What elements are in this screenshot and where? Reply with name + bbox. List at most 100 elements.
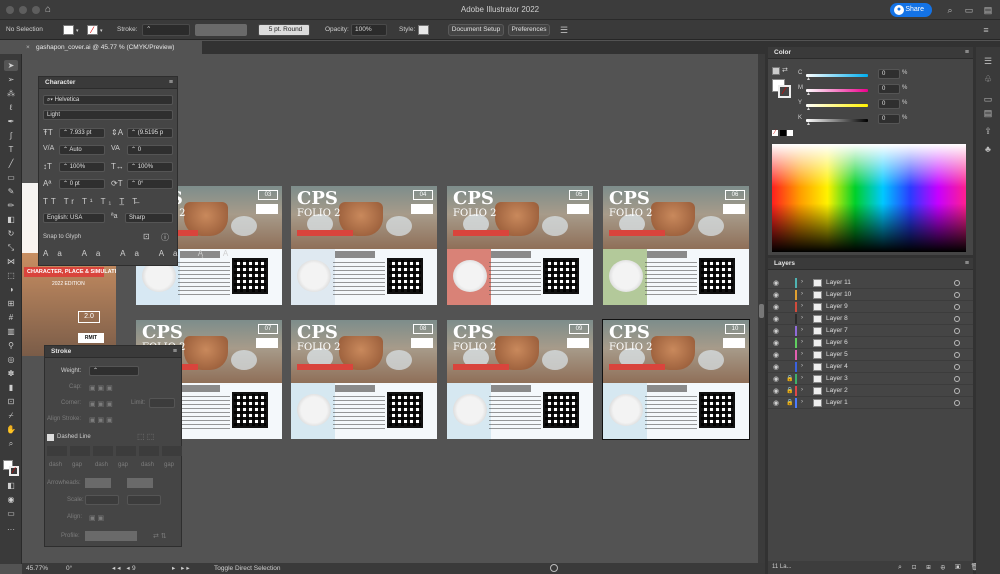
channel-value-field[interactable]: 0	[878, 99, 900, 109]
variable-width-profile[interactable]	[195, 24, 247, 36]
scroll-left-icon[interactable]	[550, 564, 558, 572]
symbols-icon[interactable]: ♣	[982, 143, 994, 155]
options-icon[interactable]: ☰	[558, 24, 570, 36]
column-graph-tool-icon[interactable]: ▮	[4, 382, 18, 393]
layer-row[interactable]: ◉ › Layer 9	[768, 301, 973, 313]
channel-slider[interactable]	[806, 104, 868, 107]
stroke-weight-field[interactable]: ⌃	[142, 24, 190, 36]
edit-toolbar-icon[interactable]: ···	[4, 524, 18, 535]
layer-name[interactable]: Layer 3	[826, 375, 848, 382]
arrow-scale-start[interactable]	[85, 495, 119, 505]
expand-arrow-icon[interactable]: ›	[801, 303, 803, 309]
font-style-field[interactable]: Light	[43, 110, 173, 120]
workspace-icon[interactable]: ▭	[963, 4, 975, 16]
lock-icon[interactable]: 🔒	[786, 375, 793, 382]
layer-target-icon[interactable]	[954, 400, 960, 406]
end-arrowhead-select[interactable]	[127, 478, 153, 488]
layer-row[interactable]: ◉ 🔒 › Layer 2	[768, 385, 973, 397]
gradient-tool-icon[interactable]: ▥	[4, 326, 18, 337]
slider-thumb-icon[interactable]: ▲	[806, 91, 811, 97]
visibility-eye-icon[interactable]: ◉	[773, 339, 779, 347]
expand-arrow-icon[interactable]: ›	[801, 387, 803, 393]
font-family-field[interactable]: ⌕▾ Helvetica	[43, 95, 173, 105]
curvature-tool-icon[interactable]: ∫	[4, 130, 18, 141]
free-transform-tool-icon[interactable]: ⬚	[4, 270, 18, 281]
layer-target-icon[interactable]	[954, 316, 960, 322]
layer-row[interactable]: ◉ › Layer 10	[768, 289, 973, 301]
layer-target-icon[interactable]	[954, 364, 960, 370]
shape-builder-tool-icon[interactable]: ◑	[4, 284, 18, 295]
color-spectrum[interactable]	[772, 144, 966, 252]
font-size-field[interactable]: ⌃ 7.933 pt	[59, 128, 105, 138]
layer-row[interactable]: ◉ › Layer 8	[768, 313, 973, 325]
export-icon[interactable]: ⇪	[982, 125, 994, 137]
align-stroke-icons[interactable]: ▣ ▣ ▣	[89, 416, 113, 424]
eyedropper-tool-icon[interactable]: ⚲	[4, 340, 18, 351]
black-swatch[interactable]	[780, 130, 786, 136]
profile-flip-icons[interactable]: ⇄ ⇅	[153, 532, 167, 540]
layer-row[interactable]: ◉ › Layer 7	[768, 325, 973, 337]
layer-target-icon[interactable]	[954, 304, 960, 310]
swatches-icon[interactable]: ▤	[982, 107, 994, 119]
zoom-tool-icon[interactable]: ⌕	[4, 438, 18, 449]
document-setup-button[interactable]: Document Setup	[448, 24, 504, 36]
layer-row[interactable]: ◉ 🔒 › Layer 1	[768, 397, 973, 409]
type-tool-icon[interactable]: T	[4, 144, 18, 155]
rotation-value[interactable]: 0°	[66, 563, 72, 574]
layer-target-icon[interactable]	[954, 340, 960, 346]
arrange-icon[interactable]: ▤	[982, 4, 994, 16]
channel-slider[interactable]	[806, 74, 868, 77]
control-menu-icon[interactable]: ≡	[980, 24, 992, 36]
zoom-level[interactable]: 45.77%	[26, 563, 48, 574]
lasso-tool-icon[interactable]: ℓ	[4, 102, 18, 113]
opacity-field[interactable]: 100%	[351, 24, 387, 36]
rectangle-tool-icon[interactable]: ▭	[4, 172, 18, 183]
fill-dropdown-icon[interactable]: ▾	[76, 28, 79, 34]
layer-target-icon[interactable]	[954, 292, 960, 298]
limit-field[interactable]	[149, 398, 175, 408]
leading-field[interactable]: ⌃ (9.5195 p	[127, 128, 173, 138]
profile-select[interactable]	[85, 531, 137, 541]
horizontal-scale-field[interactable]: ⌃ 100%	[127, 162, 173, 172]
visibility-eye-icon[interactable]: ◉	[773, 399, 779, 407]
visibility-eye-icon[interactable]: ◉	[773, 291, 779, 299]
expand-arrow-icon[interactable]: ›	[801, 399, 803, 405]
hand-tool-icon[interactable]: ✋	[4, 424, 18, 435]
visibility-eye-icon[interactable]: ◉	[773, 387, 779, 395]
dash-alignment-icons[interactable]: ⬚ ⬚	[137, 432, 154, 441]
artboard-tool-icon[interactable]: ⊡	[4, 396, 18, 407]
stroke-color-icon[interactable]: ⁄	[9, 466, 19, 476]
properties-icon[interactable]: ☰	[982, 55, 994, 67]
layer-name[interactable]: Layer 4	[826, 363, 848, 370]
expand-arrow-icon[interactable]: ›	[801, 363, 803, 369]
document-tab[interactable]: × gashapon_cover.ai @ 45.77 % (CMYK/Prev…	[22, 41, 202, 54]
cap-icons[interactable]: ▣ ▣ ▣	[89, 384, 113, 392]
tracking-field[interactable]: ⌃ 0	[127, 145, 173, 155]
expand-arrow-icon[interactable]: ›	[801, 327, 803, 333]
snap-info-icon[interactable]: ⓘ	[161, 232, 169, 243]
artboard-2[interactable]: CPS FOLIO 2 04	[291, 186, 437, 305]
artboard-number[interactable]: 9	[132, 563, 136, 574]
layer-row[interactable]: ◉ › Layer 4	[768, 361, 973, 373]
visibility-eye-icon[interactable]: ◉	[773, 315, 779, 323]
stroke-dropdown-icon[interactable]: ▾	[100, 28, 103, 34]
perspective-grid-tool-icon[interactable]: ⊞	[4, 298, 18, 309]
layer-target-icon[interactable]	[954, 376, 960, 382]
artboard-7[interactable]: CPS FOLIO 2 09	[447, 320, 593, 439]
layers-panel-menu-icon[interactable]: ≡	[965, 260, 969, 267]
layer-name[interactable]: Layer 7	[826, 327, 848, 334]
magic-wand-tool-icon[interactable]: ⁂	[4, 88, 18, 99]
screen-mode-icon[interactable]: ▭	[4, 508, 18, 519]
language-field[interactable]: English: USA	[43, 213, 105, 223]
layer-row[interactable]: ◉ 🔒 › Layer 3	[768, 373, 973, 385]
layer-name[interactable]: Layer 9	[826, 303, 848, 310]
graphic-style-swatch[interactable]	[418, 25, 429, 35]
expand-arrow-icon[interactable]: ›	[801, 375, 803, 381]
slider-thumb-icon[interactable]: ▲	[806, 76, 811, 82]
arrow-scale-end[interactable]	[127, 495, 161, 505]
visibility-eye-icon[interactable]: ◉	[773, 303, 779, 311]
channel-slider[interactable]	[806, 119, 868, 122]
snap-option-icons[interactable]: Aa Aa Aa Aa Ą A	[43, 249, 237, 258]
pencil-tool-icon[interactable]: ✏	[4, 200, 18, 211]
color-guide-icon[interactable]: ▭	[982, 93, 994, 105]
